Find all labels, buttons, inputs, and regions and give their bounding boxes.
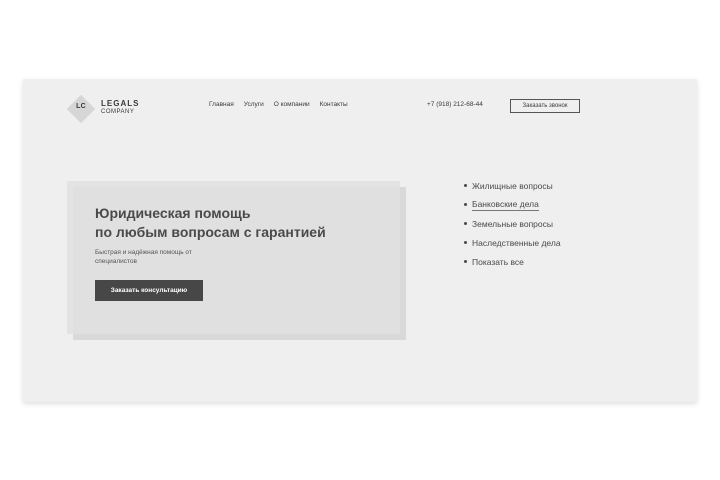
page-frame: LC LEGALS COMPANY Главная Услуги О компа… (23, 79, 697, 402)
nav-item-services[interactable]: Услуги (244, 101, 264, 108)
hero-title-line-2: по любым вопросам с гарантией (95, 224, 326, 240)
category-list: Жилищные вопросы Банковские дела Земельн… (464, 176, 561, 271)
logo-name: LEGALS (101, 99, 140, 108)
nav-item-about[interactable]: О компании (274, 101, 310, 108)
category-item-housing[interactable]: Жилищные вопросы (464, 176, 561, 195)
hero-title: Юридическая помощь по любым вопросам с г… (95, 204, 395, 242)
category-label: Показать все (472, 256, 524, 267)
logo[interactable]: LC LEGALS COMPANY (67, 94, 157, 124)
nav-item-home[interactable]: Главная (209, 101, 234, 108)
bullet-icon (464, 203, 467, 206)
bullet-icon (464, 184, 467, 187)
category-item-land[interactable]: Земельные вопросы (464, 214, 561, 233)
phone-number[interactable]: +7 (918) 212-68-44 (427, 101, 483, 108)
callback-button[interactable]: Заказать звонок (510, 99, 580, 113)
main-nav: Главная Услуги О компании Контакты (209, 101, 348, 108)
bullet-icon (464, 241, 467, 244)
hero-subtitle: Быстрая и надёжная помощь от специалисто… (95, 249, 192, 265)
consultation-button[interactable]: Заказать консультацию (95, 280, 203, 301)
nav-item-contacts[interactable]: Контакты (320, 101, 348, 108)
category-label: Наследственные дела (472, 237, 561, 248)
category-item-inheritance[interactable]: Наследственные дела (464, 233, 561, 252)
category-label: Земельные вопросы (472, 218, 553, 229)
logo-mark: LC (76, 103, 86, 110)
hero-title-line-1: Юридическая помощь (95, 205, 251, 221)
logo-subtitle: COMPANY (101, 109, 135, 115)
category-label: Жилищные вопросы (472, 180, 553, 191)
category-item-banking[interactable]: Банковские дела (464, 195, 561, 214)
category-item-show-all[interactable]: Показать все (464, 252, 561, 271)
bullet-icon (464, 222, 467, 225)
category-label: Банковские дела (472, 198, 539, 211)
bullet-icon (464, 260, 467, 263)
